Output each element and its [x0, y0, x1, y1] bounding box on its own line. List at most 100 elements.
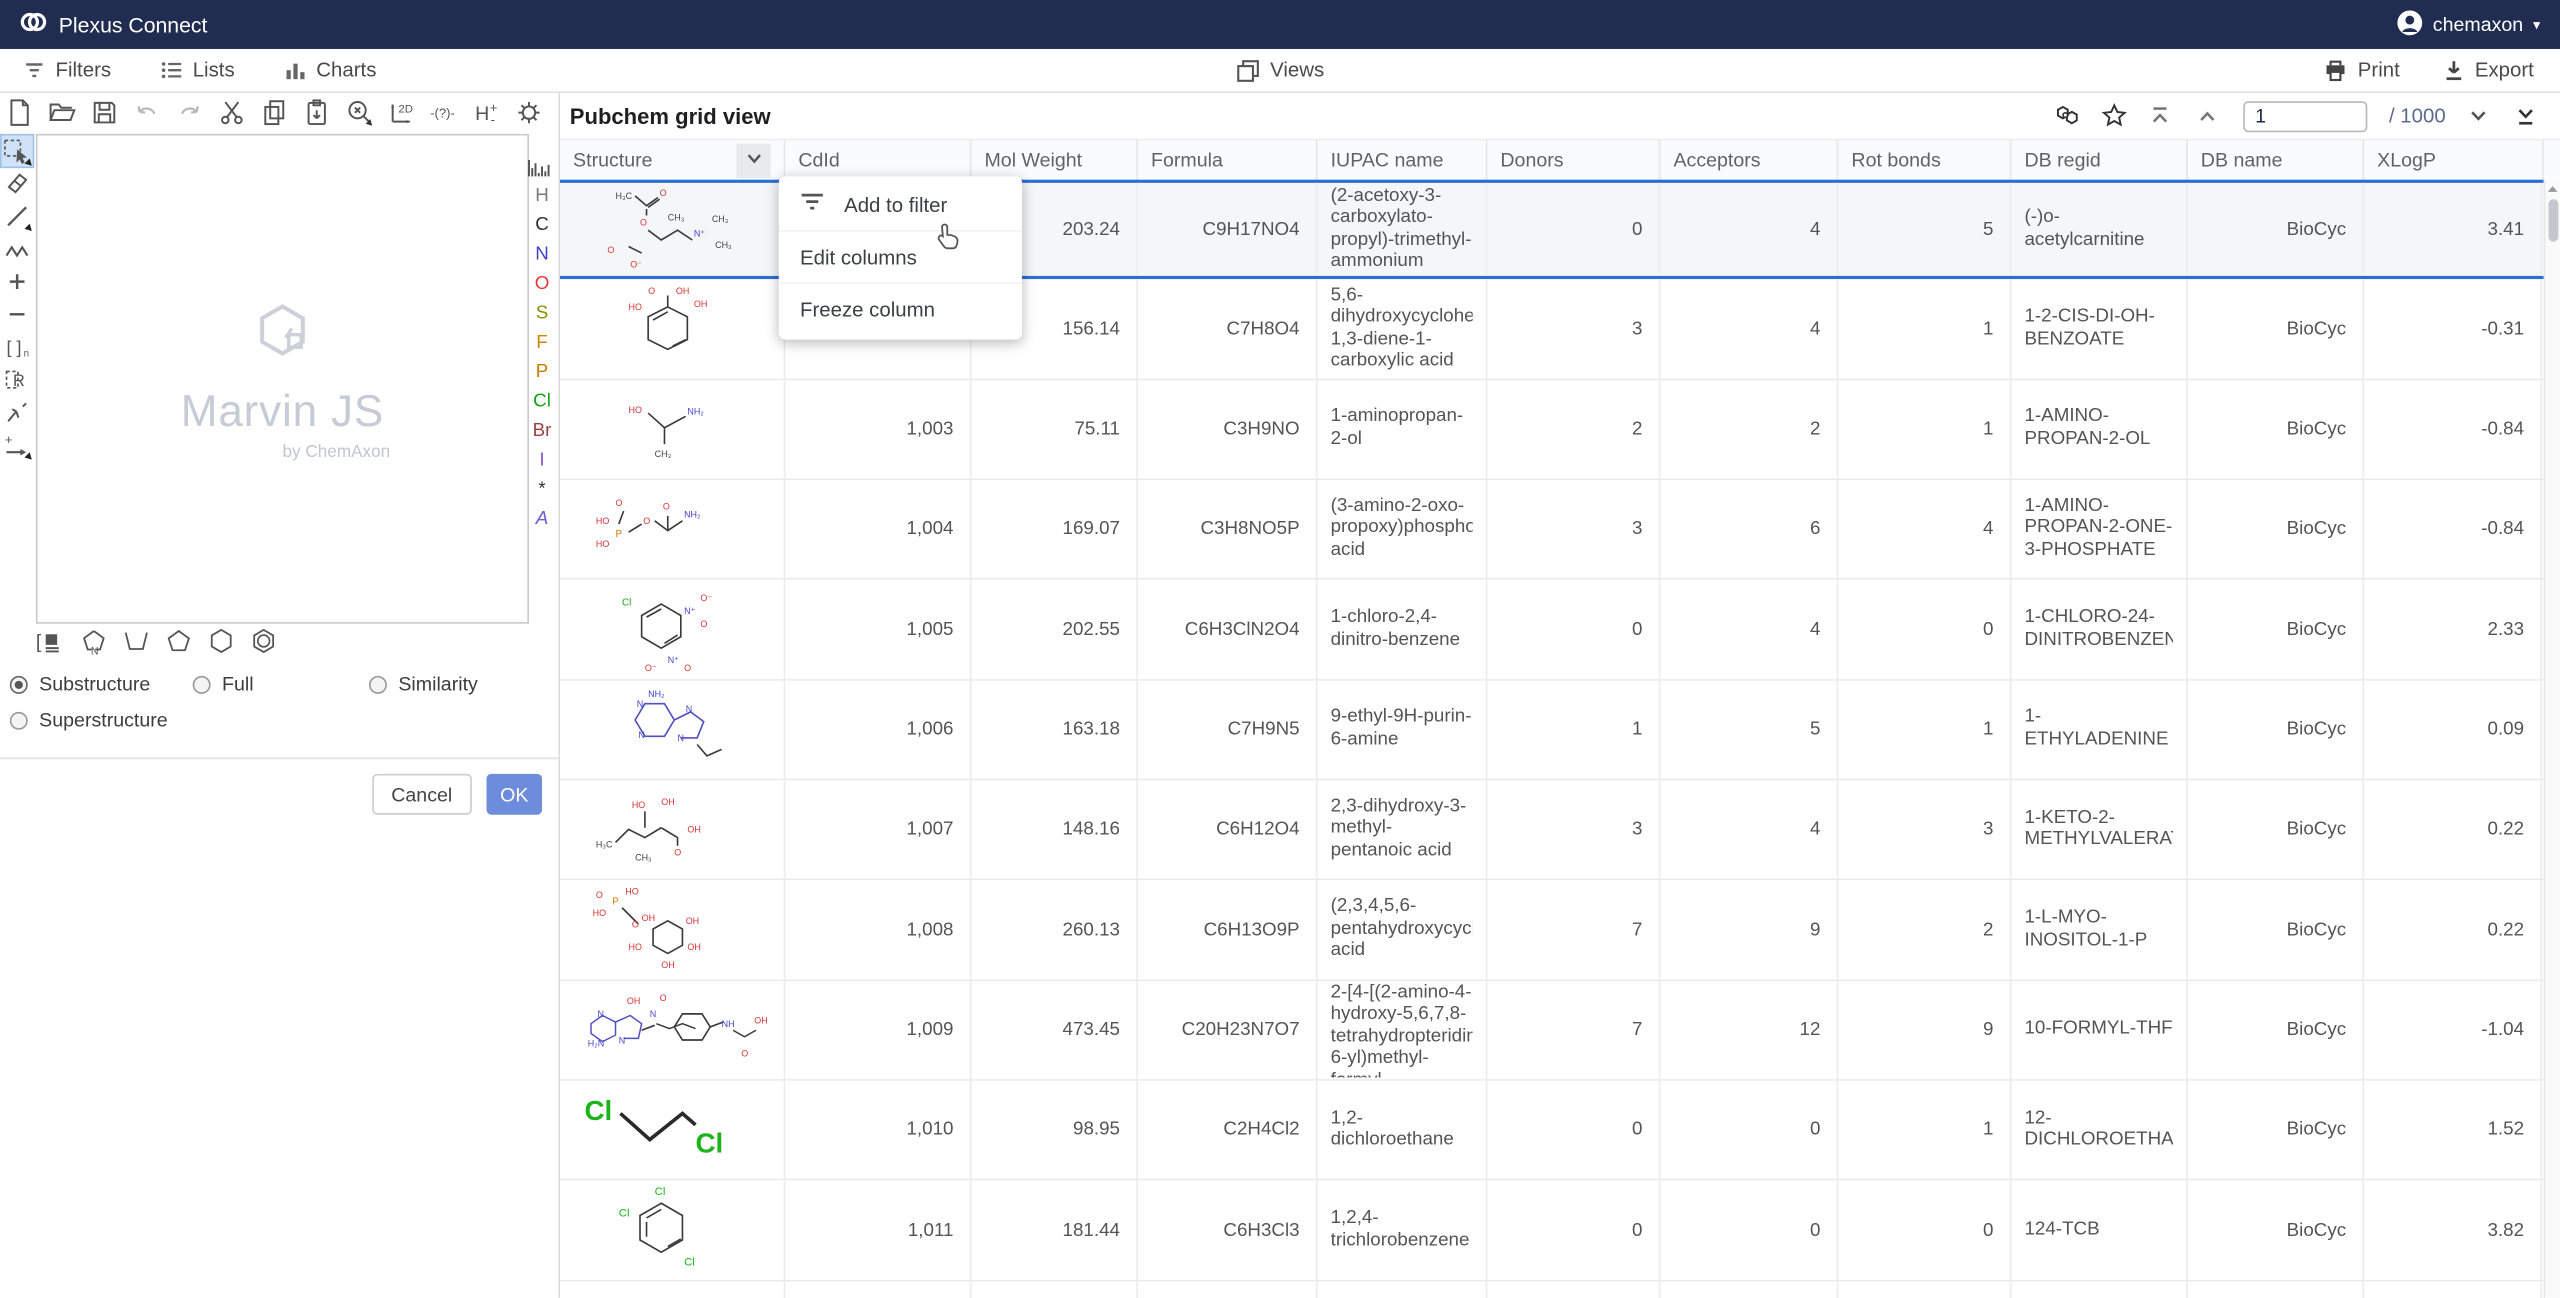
clean-2d-button[interactable]: 2D — [387, 98, 416, 127]
table-row[interactable]: NN H₂NOH NO NH OOH1,009473.45C20H23N7O72… — [560, 981, 2544, 1081]
scrollbar-up-arrow-icon[interactable] — [2545, 180, 2560, 196]
vertical-scrollbar[interactable] — [2544, 180, 2560, 1298]
repeating-group-button[interactable]: [ ]n — [2, 331, 33, 362]
search-mode-full[interactable]: Full — [193, 673, 369, 696]
radio-substructure[interactable] — [10, 675, 28, 693]
radio-superstructure[interactable] — [10, 711, 28, 729]
element-*[interactable]: * — [529, 475, 555, 504]
column-header-xlogp[interactable]: XLogP — [2364, 140, 2544, 179]
next-page-button[interactable] — [2467, 103, 2493, 129]
undo-button[interactable] — [132, 98, 161, 127]
scrollbar-thumb[interactable] — [2548, 199, 2558, 241]
paste-button[interactable] — [302, 98, 331, 127]
column-header-cdid[interactable]: CdId — [785, 140, 971, 179]
table-row[interactable]: Cl Cl1,01098.95C2H4Cl21,2-dichloroethane… — [560, 1081, 2544, 1181]
element-N[interactable]: N — [529, 240, 555, 269]
redo-button[interactable] — [175, 98, 204, 127]
ok-button[interactable]: OK — [487, 774, 543, 815]
save-button[interactable] — [90, 98, 119, 127]
context-menu-item-freeze-column[interactable]: Freeze column — [779, 284, 1022, 336]
element-F[interactable]: F — [529, 328, 555, 357]
db_name-cell: BioCyc — [2188, 1181, 2364, 1280]
open-button[interactable] — [47, 98, 76, 127]
column-header-rot_bonds[interactable]: Rot bonds — [1838, 140, 2011, 179]
context-menu-item-edit-columns[interactable]: Edit columns — [779, 232, 1022, 284]
element-A[interactable]: A — [529, 504, 555, 533]
column-menu-button[interactable] — [736, 143, 770, 177]
element-Br[interactable]: Br — [529, 416, 555, 445]
column-header-formula[interactable]: Formula — [1138, 140, 1318, 179]
print-button[interactable]: Print — [2324, 58, 2400, 82]
element-H[interactable]: H — [529, 181, 555, 210]
cyclopentane-ring-button[interactable] — [163, 627, 194, 656]
element-Cl[interactable]: Cl — [529, 387, 555, 416]
element-P[interactable]: P — [529, 358, 555, 387]
benzene-ring-button[interactable] — [248, 627, 279, 656]
column-header-acceptors[interactable]: Acceptors — [1660, 140, 1838, 179]
donors-cell — [1487, 1281, 1660, 1298]
context-menu-item-add-to-filter[interactable]: Add to filter — [779, 180, 1022, 232]
element-C[interactable]: C — [529, 211, 555, 240]
abbreviated-groups-button[interactable]: -(?)- — [429, 98, 458, 127]
radio-similarity[interactable] — [369, 675, 387, 693]
column-header-db_regid[interactable]: DB regid — [2011, 140, 2187, 179]
charts-button[interactable]: Charts — [284, 59, 377, 82]
eraser-button[interactable] — [2, 168, 33, 199]
copy-button[interactable] — [260, 98, 289, 127]
element-O[interactable]: O — [529, 269, 555, 298]
svg-text:OH: OH — [687, 824, 700, 834]
atom-mapping-button[interactable] — [2, 397, 33, 428]
table-row[interactable]: Cl Cl Cl1,011181.44C6H3Cl31,2,4-trichlor… — [560, 1181, 2544, 1281]
previous-page-button[interactable] — [2196, 103, 2222, 129]
structure-display-button[interactable] — [2054, 103, 2080, 129]
element-S[interactable]: S — [529, 299, 555, 328]
pyrrole-ring-button[interactable]: N — [78, 627, 109, 656]
column-header-donors[interactable]: Donors — [1487, 140, 1660, 179]
sketch-canvas[interactable]: Marvin JS by ChemAxon — [36, 134, 529, 624]
zoom-reset-button[interactable] — [344, 98, 373, 127]
table-row[interactable]: HOHOP O O O NH₂1,004169.07C3H8NO5P(3-ami… — [560, 480, 2544, 580]
search-mode-superstructure[interactable]: Superstructure — [10, 709, 193, 732]
abbreviated-group-button[interactable]: [ — [36, 627, 67, 656]
filters-button[interactable]: Filters — [23, 59, 111, 82]
lists-button[interactable]: Lists — [160, 59, 235, 82]
settings-button[interactable] — [514, 98, 543, 127]
single-bond-button[interactable] — [2, 201, 33, 232]
table-row[interactable]: POHOHO O OHOHOH HOOH1,008260.13C6H13O9P(… — [560, 881, 2544, 981]
radio-full[interactable] — [193, 675, 211, 693]
r-group-button[interactable]: R — [2, 364, 33, 395]
table-row[interactable]: CH₃OH 17-hydroxy-10,13-dimethyl- — [560, 1281, 2544, 1298]
column-header-mol_weight[interactable]: Mol Weight — [971, 140, 1138, 179]
benzene-ring-icon — [248, 627, 279, 656]
decrease-charge-button[interactable] — [2, 299, 33, 330]
column-header-iupac[interactable]: IUPAC name — [1318, 140, 1488, 179]
scroll-to-top-button[interactable] — [2149, 103, 2175, 129]
open-ring-button[interactable] — [121, 627, 152, 656]
table-row[interactable]: NH₂NN NN 1,006163.18C7H9N59-ethyl-9H-pur… — [560, 680, 2544, 780]
scroll-to-bottom-button[interactable] — [2514, 103, 2540, 129]
increase-charge-button[interactable] — [2, 266, 33, 297]
column-header-db_name[interactable]: DB name — [2188, 140, 2364, 179]
periodic-table-button[interactable] — [527, 152, 556, 181]
cut-button[interactable] — [217, 98, 246, 127]
search-mode-similarity[interactable]: Similarity — [369, 673, 552, 696]
column-header-structure[interactable]: Structure — [560, 140, 785, 179]
reaction-arrow-button[interactable]: + — [2, 429, 33, 460]
element-I[interactable]: I — [529, 446, 555, 475]
add-remove-hydrogens-button[interactable]: H+- — [472, 98, 501, 127]
table-row[interactable]: HO NH₂CH₃1,00375.11C3H9NO1-aminopropan-2… — [560, 380, 2544, 480]
user-menu[interactable]: chemaxon ▾ — [2397, 9, 2541, 40]
views-button[interactable]: Views — [1236, 58, 1324, 82]
favorite-view-button[interactable] — [2102, 103, 2128, 129]
chain-button[interactable] — [2, 233, 33, 264]
search-mode-substructure[interactable]: Substructure — [10, 673, 193, 696]
cyclohexane-ring-button[interactable] — [206, 627, 237, 656]
export-button[interactable]: Export — [2442, 58, 2534, 82]
table-row[interactable]: H₃C HOOH O OHCH₃1,007148.16C6H12O42,3-di… — [560, 781, 2544, 881]
page-number-input[interactable] — [2244, 100, 2368, 131]
table-row[interactable]: Cl N⁺O⁻O N⁺OO⁻1,005202.55C6H3ClN2O41-chl… — [560, 580, 2544, 680]
column-header-label: Formula — [1151, 149, 1223, 172]
cancel-button[interactable]: Cancel — [372, 774, 472, 815]
selection-button[interactable] — [2, 136, 33, 167]
new-document-button[interactable] — [5, 98, 34, 127]
